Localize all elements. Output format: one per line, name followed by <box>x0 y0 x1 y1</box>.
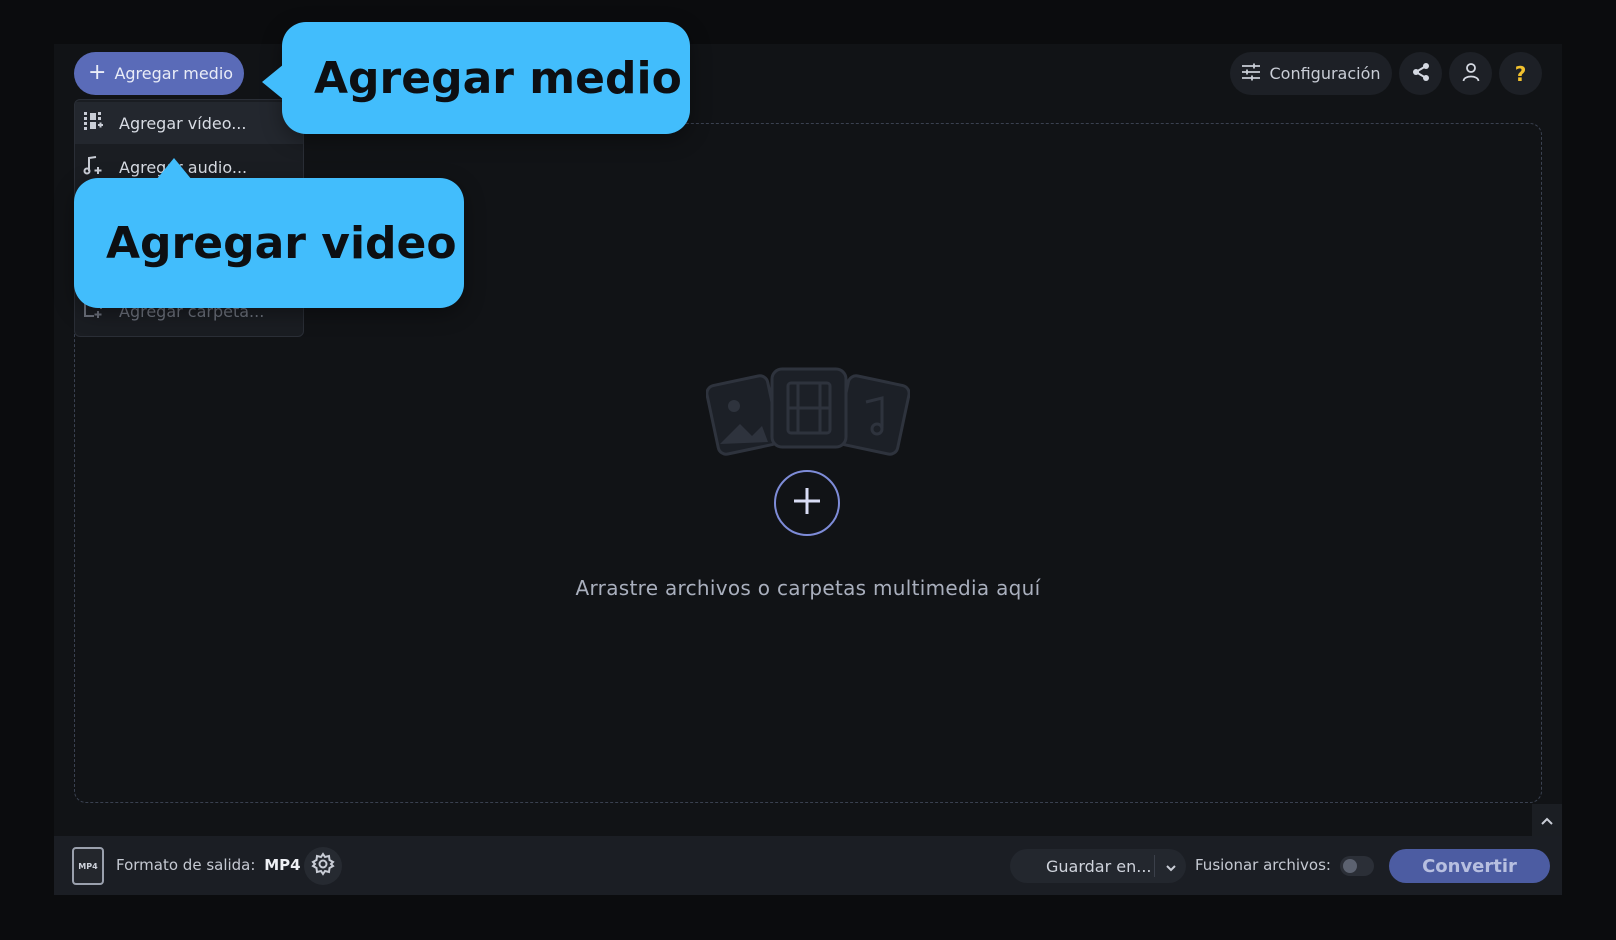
settings-label: Configuración <box>1269 64 1381 83</box>
callout-text: Agregar medio <box>314 52 682 104</box>
add-files-button[interactable] <box>774 470 840 536</box>
drop-zone-message: Arrastre archivos o carpetas multimedia … <box>575 576 1041 600</box>
callout-text: Agregar video <box>106 217 457 269</box>
help-button[interactable]: ? <box>1499 52 1542 95</box>
format-settings-button[interactable] <box>304 847 342 885</box>
output-format-value: MP4 <box>264 856 301 874</box>
top-right-toolbar: Configuración ? <box>1230 52 1542 95</box>
convert-button[interactable]: Convertir <box>1389 849 1550 883</box>
share-button[interactable] <box>1399 52 1442 95</box>
output-format-label: Formato de salida: MP4 <box>116 856 301 874</box>
plus-icon <box>792 486 822 520</box>
menu-item-add-video[interactable]: Agregar vídeo... <box>75 102 303 144</box>
sliders-icon <box>1241 63 1261 85</box>
user-icon <box>1462 62 1480 86</box>
help-icon: ? <box>1514 61 1527 86</box>
chevron-up-icon <box>1540 811 1554 830</box>
merge-files-toggle[interactable] <box>1340 856 1374 876</box>
add-media-button[interactable]: + Agregar medio <box>74 52 244 95</box>
gear-icon <box>311 852 335 880</box>
share-icon <box>1411 62 1431 86</box>
chevron-down-icon <box>1165 857 1177 876</box>
format-icon-text: MP4 <box>78 861 98 871</box>
save-to-button[interactable]: Guardar en... <box>1010 857 1154 876</box>
add-video-icon <box>83 111 103 135</box>
save-to-control: Guardar en... <box>1010 849 1186 883</box>
add-media-label: Agregar medio <box>114 64 234 83</box>
add-audio-icon <box>83 155 103 179</box>
merge-files-label: Fusionar archivos: <box>1195 856 1331 874</box>
plus-icon: + <box>88 59 107 85</box>
scroll-up-button[interactable] <box>1532 804 1562 836</box>
callout-add-media: Agregar medio <box>262 22 690 134</box>
bottom-bar: MP4 Formato de salida: MP4 Guardar en...… <box>54 836 1562 895</box>
settings-button[interactable]: Configuración <box>1230 52 1392 95</box>
callout-add-video: Agregar video <box>74 158 464 308</box>
save-to-dropdown[interactable] <box>1155 857 1186 876</box>
menu-item-label: Agregar vídeo... <box>119 113 247 133</box>
output-format-icon[interactable]: MP4 <box>72 847 104 885</box>
account-button[interactable] <box>1449 52 1492 95</box>
media-files-icon <box>705 366 911 468</box>
output-format-caption: Formato de salida: <box>116 856 256 874</box>
